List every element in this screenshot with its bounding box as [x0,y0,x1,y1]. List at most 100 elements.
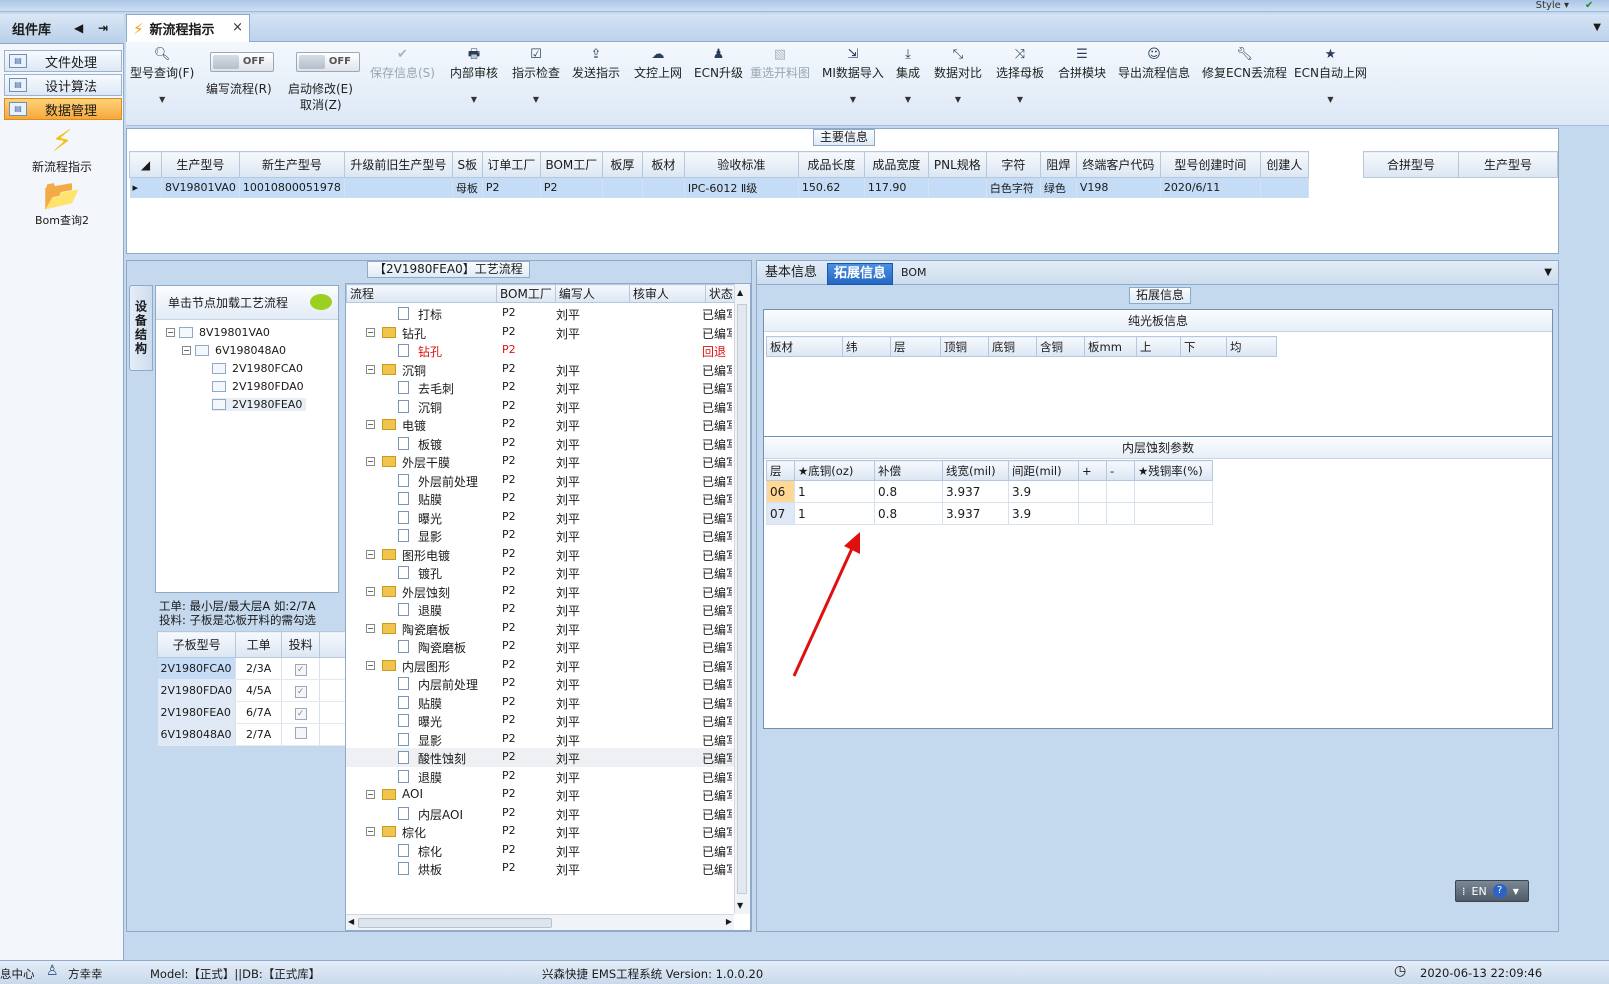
flow-row[interactable]: 板镀 P2 刘平 已编写 [346,434,734,453]
feed-checkbox[interactable] [294,727,307,739]
tree-node[interactable]: − 8V19801VA0 [166,326,270,339]
collapse-icon[interactable]: − [366,420,375,429]
instruction-check-button[interactable]: ☑ 指示检查 ▼ [512,46,560,104]
table-row[interactable]: 06 1 0.8 3.937 3.9 [766,480,1213,503]
flow-row[interactable]: 棕化 P2 刘平 已编写 [346,841,734,860]
cell[interactable] [602,177,643,198]
write-flow-toggle[interactable]: OFF [210,52,274,72]
column-header[interactable]: 含铜 [1036,336,1085,357]
column-header[interactable]: 合拼型号 [1362,151,1460,178]
cell[interactable]: 6V198048A0 [157,723,237,746]
message-center-link[interactable]: 息中心 [0,966,35,982]
column-header[interactable]: 创建人 [1259,151,1309,178]
flow-row[interactable]: 去毛刺 P2 刘平 已编写 [346,378,734,397]
tab-extended-info[interactable]: 拓展信息 [827,263,894,285]
cell[interactable]: 1 [794,502,875,525]
column-header[interactable]: 板材 [641,151,685,178]
model-query-button[interactable]: 🔍︎ 型号查询(F) ▼ [130,46,194,104]
collapse-icon[interactable]: − [366,327,375,337]
cell[interactable]: 母板 [452,177,483,198]
horizontal-scrollbar[interactable]: ◀ ▶ [346,914,734,930]
sidebar-item-file-processing[interactable]: ▤ 文件处理 [4,50,122,72]
publish-online-button[interactable]: ☁ 文控上网 [634,46,682,81]
cell[interactable]: 3.937 [942,480,1009,503]
select-motherboard-button[interactable]: ⤨ 选择母板 ▼ [996,46,1044,104]
column-header[interactable]: 底铜 [988,336,1037,357]
column-header[interactable]: 投料 [281,631,321,658]
chevron-down-icon[interactable]: ▼ [1544,267,1552,278]
flow-row[interactable]: 镀孔 P2 刘平 已编写 [346,563,734,582]
vertical-scrollbar[interactable]: ▲ ▼ [734,284,750,914]
cell[interactable]: P2 [482,177,541,198]
column-header[interactable]: 线宽(mil) [942,460,1009,481]
table-row[interactable]: 6V198048A0 2/7A [157,723,347,746]
tab-basic-info[interactable]: 基本信息 [759,263,823,285]
save-info-button[interactable]: ✔ 保存信息(S) [370,46,435,81]
cell[interactable]: 2V1980FDA0 [157,679,237,702]
flow-row[interactable]: − 内层图形 P2 刘平 已编写 [346,656,734,675]
column-header[interactable]: - [1106,460,1135,481]
collapse-icon[interactable]: − [366,790,375,799]
flow-row[interactable]: 曝光 P2 刘平 已编写 [346,508,734,527]
tree-node[interactable]: 2V1980FCA0 [212,362,303,375]
column-header[interactable]: ★底铜(oz) [794,460,875,481]
merge-module-button[interactable]: ☰ 合拼模块 [1058,46,1106,81]
style-menu[interactable]: Style ▾ [1536,0,1569,11]
tree-node-selected[interactable]: 2V1980FEA0 [212,398,307,411]
tab-equipment-structure[interactable]: 设备结构 [129,285,153,371]
cell[interactable]: 3.9 [1008,480,1079,503]
reselect-cutting-chart-button[interactable]: ▧ 重选开料图 [750,46,810,81]
flow-row[interactable]: 外层前处理 P2 刘平 已编写 [346,471,734,490]
scroll-up-icon[interactable]: ▲ [737,288,743,297]
cell[interactable]: IPC-6012 Ⅱ级 [684,177,799,198]
cell[interactable] [642,177,685,198]
repair-ecn-flow-button[interactable]: 🔧︎ 修复ECN丢流程 [1202,46,1287,81]
column-header[interactable]: 编写人 [554,284,630,303]
flow-row[interactable]: − 陶瓷磨板 P2 刘平 已编写 [346,619,734,638]
tree-node[interactable]: 2V1980FDA0 [212,380,304,393]
cell[interactable]: 117.90 [864,177,929,198]
tab-bom[interactable]: BOM [895,263,933,285]
cell[interactable]: 白色字符 [986,177,1041,198]
cell[interactable]: 2V1980FEA0 [157,701,237,724]
flow-row[interactable]: 陶瓷磨板 P2 刘平 已编写 [346,637,734,656]
cell[interactable]: 6/7A [235,701,283,724]
flow-row[interactable]: 贴膜 P2 刘平 已编写 [346,693,734,712]
flow-row[interactable]: − 外层蚀刻 P2 刘平 已编写 [346,582,734,601]
column-header[interactable]: 补偿 [874,460,943,481]
table-row[interactable]: 07 1 0.8 3.937 3.9 [766,502,1213,525]
column-header[interactable]: 层 [766,460,795,481]
cell[interactable] [344,177,453,198]
column-header[interactable]: 生产型号 [161,151,240,178]
column-header[interactable]: 成品长度 [797,151,865,178]
collapse-icon[interactable]: − [366,364,375,374]
help-icon[interactable]: ? [1492,884,1507,898]
chevron-down-icon[interactable]: ▼ [1593,22,1601,33]
tree-node[interactable]: − 6V198048A0 [182,344,286,357]
column-header[interactable]: 层 [890,336,941,357]
column-header[interactable]: 字符 [985,151,1041,178]
row-indicator[interactable]: ▸ [129,177,162,198]
integrate-button[interactable]: ⤓ 集成 ▼ [896,46,920,104]
scroll-thumb[interactable] [737,304,747,894]
cell[interactable] [1260,177,1309,198]
internal-review-button[interactable]: 🖶 内部审核 ▼ [450,46,498,104]
cell[interactable]: 4/5A [235,679,283,702]
column-header[interactable]: 顶铜 [940,336,989,357]
scroll-right-icon[interactable]: ▶ [726,917,732,926]
flow-row[interactable]: 打标 P2 刘平 已编写 [346,304,734,323]
column-header[interactable]: 终端客户代码 [1075,151,1161,178]
column-header[interactable]: 阻焊 [1039,151,1077,178]
flow-row[interactable]: − 钻孔 P2 刘平 已编写 [346,323,734,342]
column-header[interactable]: 核审人 [628,284,706,303]
cell[interactable] [1134,502,1213,525]
column-header[interactable]: 板mm [1084,336,1137,357]
feed-checkbox[interactable]: ✓ [294,707,307,720]
flow-row[interactable]: 烘板 P2 刘平 已编写 [346,859,734,878]
flow-row[interactable]: − 电镀 P2 刘平 已编写 [346,415,734,434]
cell[interactable]: 0.8 [874,480,943,503]
cell[interactable]: 1 [794,480,875,503]
table-row[interactable]: 2V1980FCA0 2/3A ✓ [157,657,347,680]
sidebar-item-data-management[interactable]: ▤ 数据管理 [4,98,122,120]
collapse-icon[interactable]: − [366,827,375,836]
